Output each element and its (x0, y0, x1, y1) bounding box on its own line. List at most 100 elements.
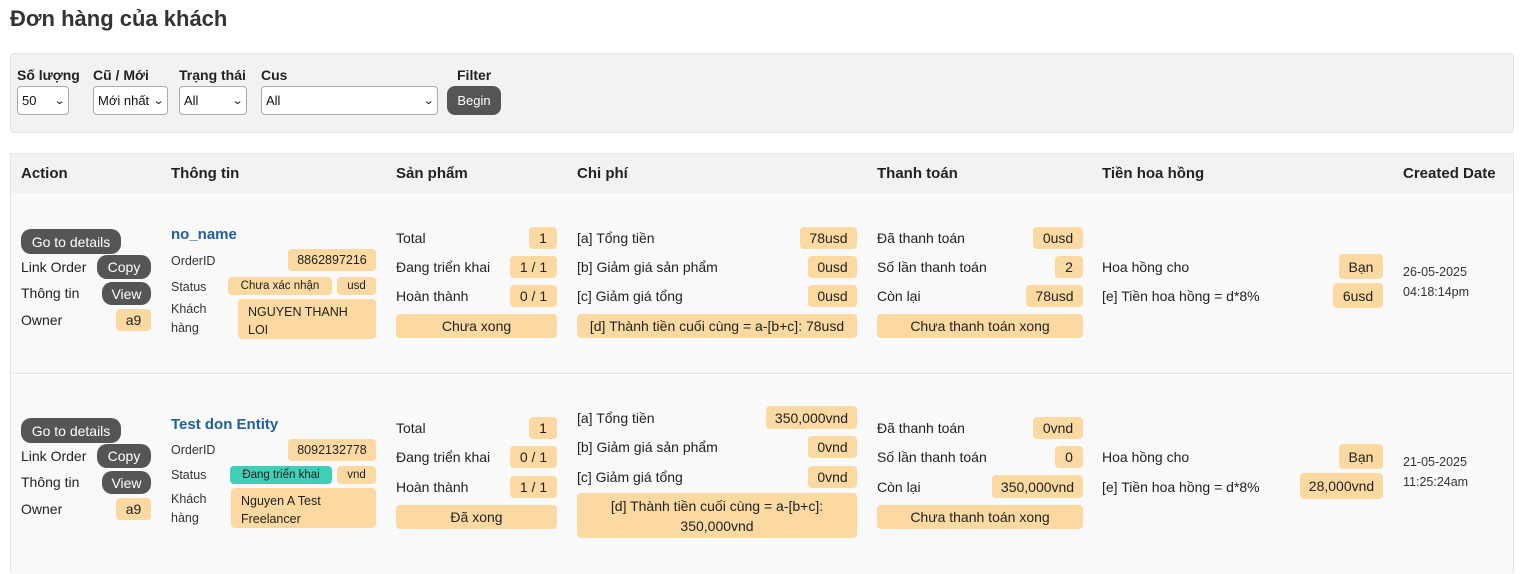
created-date: 21-05-2025 (1403, 455, 1467, 469)
payment-times-label: Số lần thanh toán (877, 449, 987, 465)
product-total-value: 1 (529, 227, 557, 249)
remaining-label: Còn lại (877, 479, 921, 495)
paid-label: Đã thanh toán (877, 230, 965, 246)
commission-e-label: [e] Tiền hoa hồng = d*8% (1102, 288, 1260, 304)
product-deploying-label: Đang triển khai (396, 449, 491, 465)
commission-e-value: 6usd (1333, 283, 1383, 308)
status-filter: Trạng thái All ⌄ (179, 66, 247, 115)
chevron-down-icon: ⌄ (422, 95, 435, 107)
status-select[interactable]: All ⌄ (179, 86, 247, 115)
remaining-label: Còn lại (877, 288, 921, 304)
old-new-label: Cũ / Mới (93, 67, 149, 83)
owner-badge: a9 (116, 498, 151, 520)
chevron-down-icon: ⌄ (231, 95, 244, 107)
remaining-value: 350,000vnd (992, 475, 1083, 498)
table-row: Go to details Link Order Copy Thông tin … (11, 193, 1513, 374)
status-label: Trạng thái (179, 67, 246, 83)
order-id-label: OrderID (171, 254, 216, 268)
product-deploying-label: Đang triển khai (396, 259, 491, 275)
commission-e-label: [e] Tiền hoa hồng = d*8% (1102, 479, 1260, 495)
chevron-down-icon: ⌄ (53, 95, 66, 107)
go-to-details-button[interactable]: Go to details (21, 418, 121, 443)
created-time: 04:18:14pm (1403, 285, 1470, 299)
cost-c-value: 0usd (808, 285, 857, 307)
created-time: 11:25:24am (1403, 475, 1469, 489)
paid-value: 0vnd (1033, 417, 1083, 439)
product-state-badge: Đã xong (396, 505, 557, 529)
quantity-label: Số lượng (17, 67, 80, 83)
col-commission: Tiền hoa hồng (1102, 165, 1205, 182)
cus-filter: Cus All ⌄ (261, 66, 438, 115)
customer-value: Nguyen A Test Freelancer (231, 488, 376, 528)
page-title: Đơn hàng của khách (10, 6, 228, 31)
cost-b-value: 0vnd (808, 436, 857, 458)
old-new-select[interactable]: Mới nhất ⌄ (93, 86, 168, 115)
product-total-value: 1 (529, 417, 557, 439)
cost-a-value: 350,000vnd (766, 406, 857, 429)
order-id-value: 8862897216 (288, 249, 376, 271)
owner-label: Owner (21, 312, 63, 328)
cost-c-label: [c] Giảm giá tổng (577, 469, 683, 485)
go-to-details-button[interactable]: Go to details (21, 229, 121, 254)
cus-select[interactable]: All ⌄ (261, 86, 438, 115)
status-badge: Đang triển khai (230, 466, 332, 484)
col-cost: Chi phí (577, 165, 628, 182)
product-done-value: 0 / 1 (510, 285, 557, 307)
col-payment: Thanh toán (877, 165, 958, 182)
filter-group: Filter Begin (447, 66, 501, 115)
cost-c-label: [c] Giảm giá tổng (577, 288, 683, 304)
owner-badge: a9 (116, 309, 151, 331)
info-label: Thông tin (21, 474, 80, 490)
cost-a-value: 78usd (800, 227, 857, 249)
payment-times-label: Số lần thanh toán (877, 259, 987, 275)
payment-times-value: 2 (1055, 256, 1083, 278)
order-id-label: OrderID (171, 443, 216, 457)
customer-label-line2: hàng (171, 321, 199, 335)
product-total-label: Total (396, 420, 426, 436)
payment-times-value: 0 (1055, 446, 1083, 468)
cost-a-label: [a] Tổng tiền (577, 410, 655, 426)
created-date: 26-05-2025 (1403, 265, 1467, 279)
table-header: Action Thông tin Sản phẩm Chi phí Thanh … (11, 154, 1513, 193)
commission-e-value: 28,000vnd (1300, 473, 1383, 499)
view-button[interactable]: View (102, 471, 151, 494)
cost-a-label: [a] Tổng tiền (577, 230, 655, 246)
product-done-label: Hoàn thành (396, 479, 469, 495)
status-badge: Chưa xác nhận (228, 277, 332, 295)
table-row: Go to details Link Order Copy Thông tin … (11, 375, 1513, 574)
commission-for-label: Hoa hồng cho (1102, 449, 1190, 465)
cost-c-value: 0vnd (808, 466, 857, 488)
payment-state-badge: Chưa thanh toán xong (877, 314, 1083, 338)
old-new-filter: Cũ / Mới Mới nhất ⌄ (93, 66, 168, 115)
orders-table: Action Thông tin Sản phẩm Chi phí Thanh … (10, 153, 1514, 574)
info-label: Thông tin (21, 285, 80, 301)
filter-bar: Số lượng 50 ⌄ Cũ / Mới Mới nhất ⌄ Trạng … (10, 53, 1514, 133)
begin-button[interactable]: Begin (447, 86, 501, 115)
customer-label-line2: hàng (171, 511, 199, 525)
product-total-label: Total (396, 230, 426, 246)
cus-label: Cus (261, 67, 288, 83)
cost-b-label: [b] Giảm giá sản phẩm (577, 259, 718, 275)
cost-b-value: 0usd (808, 256, 857, 278)
product-deploying-value: 0 / 1 (510, 446, 557, 468)
link-order-label: Link Order (21, 448, 87, 464)
order-id-value: 8092132778 (288, 439, 376, 461)
col-product: Sản phẩm (396, 165, 468, 182)
product-done-value: 1 / 1 (510, 476, 557, 498)
order-name-link[interactable]: no_name (171, 226, 237, 243)
order-name-link[interactable]: Test don Entity (171, 416, 278, 433)
quantity-select[interactable]: 50 ⌄ (17, 86, 69, 115)
copy-button[interactable]: Copy (97, 255, 151, 279)
view-button[interactable]: View (102, 282, 151, 305)
payment-state-badge: Chưa thanh toán xong (877, 505, 1083, 529)
remaining-value: 78usd (1026, 285, 1083, 307)
commission-for-value: Bạn (1339, 444, 1383, 469)
product-state-badge: Chưa xong (396, 314, 557, 338)
copy-button[interactable]: Copy (97, 444, 151, 468)
commission-for-value: Bạn (1339, 254, 1383, 279)
cost-b-label: [b] Giảm giá sản phẩm (577, 439, 718, 455)
product-done-label: Hoàn thành (396, 288, 469, 304)
currency-badge: usd (337, 277, 376, 295)
customer-value: NGUYEN THANH LOI (238, 299, 376, 339)
commission-for-label: Hoa hồng cho (1102, 259, 1190, 275)
